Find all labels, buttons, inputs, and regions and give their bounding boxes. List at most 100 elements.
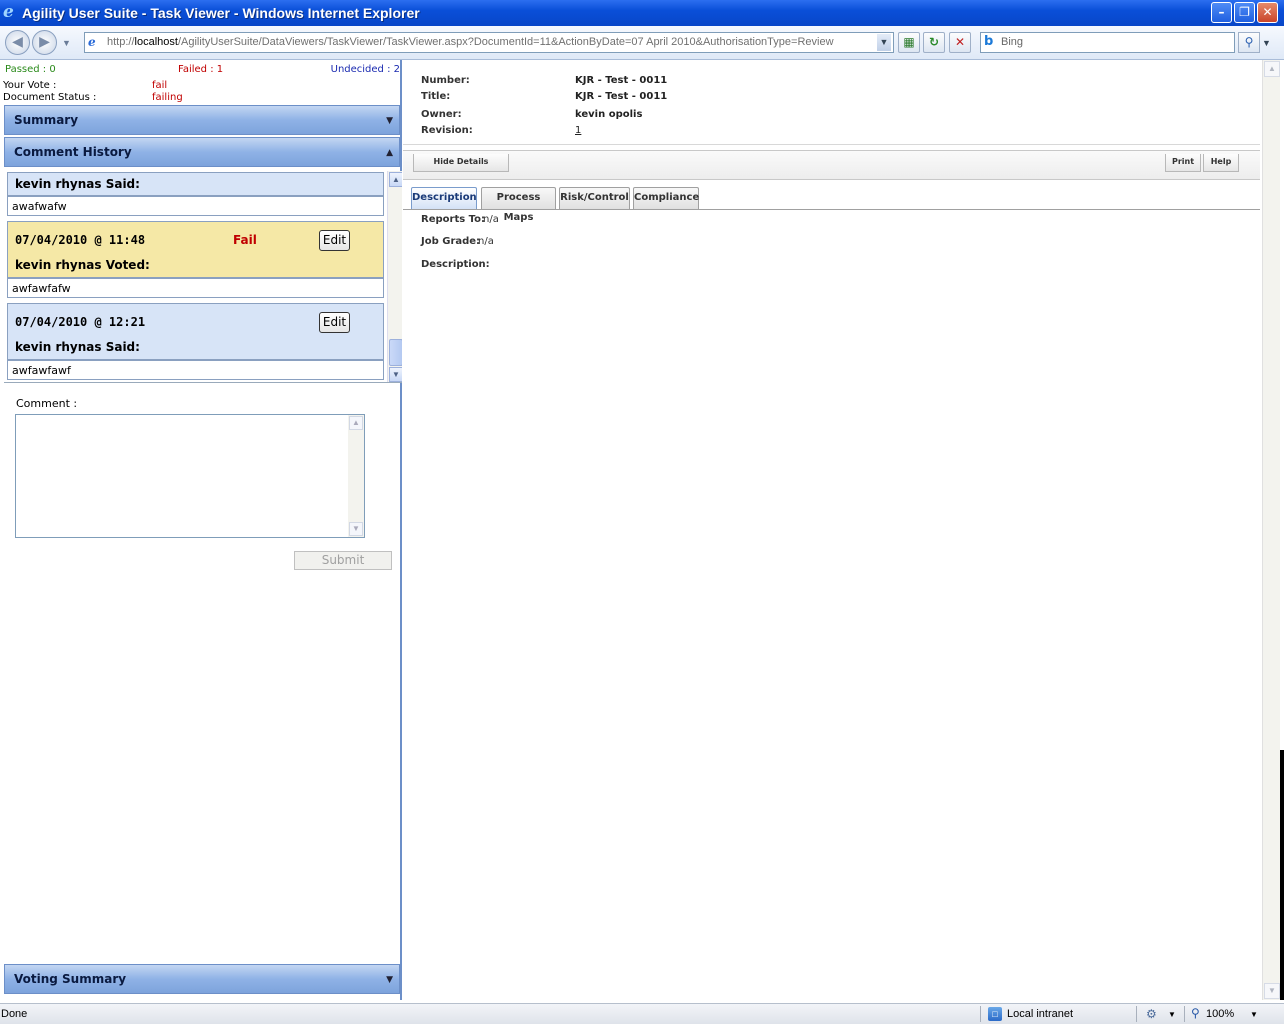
help-button[interactable]: Help bbox=[1203, 154, 1239, 172]
search-input[interactable]: b Bing bbox=[980, 32, 1235, 53]
your-vote-value: fail bbox=[152, 80, 168, 91]
status-text: Done bbox=[1, 1008, 28, 1020]
job-grade-value: n/a bbox=[478, 236, 494, 247]
document-status-value: failing bbox=[152, 92, 183, 103]
page-icon: e bbox=[88, 35, 96, 49]
scroll-down-icon[interactable]: ▼ bbox=[389, 367, 402, 382]
address-input[interactable]: e http://localhost/AgilityUserSuite/Data… bbox=[84, 32, 894, 53]
entry-date: 07/04/2010 @ 12:21 bbox=[15, 315, 146, 329]
summary-title: Summary bbox=[14, 113, 79, 127]
entry-comment: awfawfawf bbox=[7, 360, 384, 380]
entry-author: kevin rhynas Voted: bbox=[15, 258, 150, 272]
scroll-thumb[interactable] bbox=[389, 339, 402, 366]
window-edge bbox=[1280, 60, 1284, 1000]
edit-button[interactable]: Edit bbox=[319, 312, 350, 333]
bing-icon: b bbox=[984, 34, 994, 49]
entry-date: 07/04/2010 @ 11:48 bbox=[15, 233, 146, 247]
textarea-scrollbar[interactable]: ▲ ▼ bbox=[348, 415, 364, 537]
address-toolbar: ◀ ▶ ▼ e http://localhost/AgilityUserSuit… bbox=[0, 26, 1284, 60]
chevron-down-icon[interactable]: ▼ bbox=[1168, 1010, 1176, 1019]
comment-history-header[interactable]: Comment History ▲ bbox=[4, 137, 400, 167]
voting-summary-header[interactable]: Voting Summary ▼ bbox=[4, 964, 400, 994]
zoom-level[interactable]: 100% bbox=[1206, 1008, 1234, 1020]
divider bbox=[1136, 1006, 1137, 1022]
comment-textarea[interactable]: ▲ ▼ bbox=[15, 414, 365, 538]
page-scrollbar[interactable]: ▲ ▼ bbox=[1262, 60, 1280, 1000]
window-title: Agility User Suite - Task Viewer - Windo… bbox=[22, 5, 420, 21]
summary-header[interactable]: Summary ▼ bbox=[4, 105, 400, 135]
compatibility-icon[interactable]: ▦ bbox=[898, 32, 920, 53]
zoom-icon[interactable]: ⚲ bbox=[1191, 1006, 1200, 1020]
tab-underline bbox=[403, 209, 1260, 210]
chevron-down-icon: ▼ bbox=[386, 116, 393, 126]
address-dropdown-icon[interactable]: ▼ bbox=[877, 34, 891, 51]
chevron-down-icon: ▼ bbox=[386, 975, 393, 985]
entry-author: kevin rhynas Said: bbox=[15, 177, 140, 191]
search-dropdown-icon[interactable]: ▼ bbox=[1262, 38, 1271, 48]
scroll-up-icon[interactable]: ▲ bbox=[349, 416, 363, 430]
stop-icon[interactable]: ✕ bbox=[949, 32, 971, 53]
comment-history-list[interactable]: kevin rhynas Said: awafwafw 07/04/2010 @… bbox=[4, 171, 402, 383]
hide-details-button[interactable]: Hide Details bbox=[413, 154, 509, 172]
edge-block bbox=[1280, 750, 1284, 1000]
revision-link[interactable]: 1 bbox=[575, 125, 581, 136]
scroll-down-icon[interactable]: ▼ bbox=[349, 522, 363, 536]
your-vote-label: Your Vote : bbox=[3, 80, 57, 91]
reports-to-label: Reports To: bbox=[421, 214, 486, 225]
right-panel: Number: KJR - Test - 0011 Title: KJR - T… bbox=[403, 60, 1262, 1000]
print-button[interactable]: Print bbox=[1165, 154, 1201, 172]
restore-button[interactable]: ❐ bbox=[1234, 2, 1255, 23]
entry-comment: awfawfafw bbox=[7, 278, 384, 298]
passed-count: Passed : 0 bbox=[5, 64, 56, 75]
title-value: KJR - Test - 0011 bbox=[575, 91, 668, 102]
edit-button[interactable]: Edit bbox=[319, 230, 350, 251]
job-grade-label: Job Grade: bbox=[421, 236, 481, 247]
number-label: Number: bbox=[421, 75, 470, 86]
reports-to-value: n/a bbox=[483, 214, 499, 225]
scroll-down-icon[interactable]: ▼ bbox=[1264, 983, 1280, 999]
back-button[interactable]: ◀ bbox=[5, 30, 30, 55]
history-entry: 07/04/2010 @ 12:21 Edit kevin rhynas Sai… bbox=[7, 303, 384, 360]
protected-mode-icon[interactable]: ⚙ bbox=[1146, 1007, 1157, 1021]
status-bar: Done □ Local intranet ⚙ ▼ ⚲ 100% ▼ bbox=[0, 1003, 1284, 1024]
tab-risk-control[interactable]: Risk/Control bbox=[559, 187, 630, 209]
scroll-up-icon[interactable]: ▲ bbox=[1264, 61, 1280, 77]
voting-summary-title: Voting Summary bbox=[14, 972, 127, 986]
search-placeholder: Bing bbox=[1001, 36, 1024, 48]
owner-label: Owner: bbox=[421, 109, 462, 120]
undecided-count: Undecided : 2 bbox=[330, 64, 400, 75]
comment-history-title: Comment History bbox=[14, 145, 132, 159]
chevron-down-icon[interactable]: ▼ bbox=[1250, 1010, 1258, 1019]
tab-process-maps[interactable]: Process Maps bbox=[481, 187, 556, 223]
ie-logo-icon: e bbox=[3, 2, 14, 22]
url-path: /AgilityUserSuite/DataViewers/TaskViewer… bbox=[177, 36, 834, 48]
scroll-up-icon[interactable]: ▲ bbox=[389, 172, 402, 187]
close-button[interactable]: ✕ bbox=[1257, 2, 1278, 23]
history-entry: 07/04/2010 @ 11:48 Fail Edit kevin rhyna… bbox=[7, 221, 384, 278]
revision-label: Revision: bbox=[421, 125, 473, 136]
zone-text: Local intranet bbox=[1007, 1008, 1074, 1020]
page-content: Passed : 0 Failed : 1 Undecided : 2 Your… bbox=[0, 60, 1284, 1000]
minimize-button[interactable]: – bbox=[1211, 2, 1232, 23]
forward-button[interactable]: ▶ bbox=[32, 30, 57, 55]
number-value: KJR - Test - 0011 bbox=[575, 75, 668, 86]
description-label: Description: bbox=[421, 259, 490, 270]
history-scrollbar[interactable]: ▲ ▼ bbox=[387, 171, 402, 382]
entry-comment: awafwafw bbox=[7, 196, 384, 216]
chevron-up-icon: ▲ bbox=[386, 148, 393, 158]
tab-compliance[interactable]: Compliance bbox=[633, 187, 699, 209]
divider bbox=[980, 1006, 981, 1022]
search-icon[interactable]: ⚲ bbox=[1238, 32, 1260, 53]
entry-status: Fail bbox=[233, 233, 257, 247]
history-dropdown-icon[interactable]: ▼ bbox=[62, 38, 71, 48]
refresh-icon[interactable]: ↻ bbox=[923, 32, 945, 53]
submit-button[interactable]: Submit bbox=[294, 551, 392, 570]
comment-label: Comment : bbox=[16, 397, 78, 410]
left-panel: Passed : 0 Failed : 1 Undecided : 2 Your… bbox=[2, 60, 402, 1000]
title-label: Title: bbox=[421, 91, 451, 102]
divider bbox=[1184, 1006, 1185, 1022]
history-entry: kevin rhynas Said: bbox=[7, 172, 384, 196]
tab-description[interactable]: Description bbox=[411, 187, 477, 209]
entry-author: kevin rhynas Said: bbox=[15, 340, 140, 354]
owner-value: kevin opolis bbox=[575, 109, 643, 120]
